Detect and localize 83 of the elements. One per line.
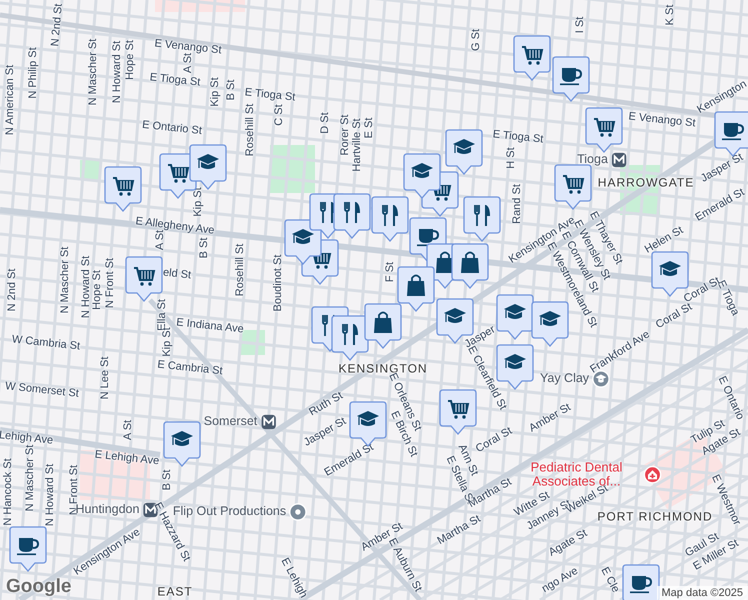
place-pin-icon [289,503,308,521]
street-label: B St [198,238,210,258]
street-label: E Indiana Ave [176,316,244,336]
street-label: E Venango St [628,110,696,130]
coffee-cup-marker[interactable] [9,526,47,573]
street-label: N American St [4,64,16,136]
street-label: Rosehill St [234,244,246,296]
street-label: W Somerset St [4,380,80,400]
street-label: B St [160,470,174,490]
street-label: K St [664,4,676,26]
street-label: E Cle [598,565,622,595]
metro-station-icon [260,414,276,430]
street-label: N Mascher St [58,246,72,314]
street-label: N Front St [104,258,116,308]
street-label: C St [272,104,286,126]
street-label: N Philip St [26,47,40,99]
station-label: Somerset [204,415,258,429]
street-label: Rorer St [338,114,352,156]
street-label: N 2nd St [49,3,65,47]
neighborhood-label: HARROWGATE [598,176,694,190]
street-label: N Howard St [44,464,56,526]
neighborhood-label: PORT RICHMOND [597,510,713,524]
street-label: Rosehill St [244,104,256,156]
fork-knife-marker[interactable] [333,193,371,240]
street-label: E Ontario St [142,118,202,138]
graduation-cap-marker[interactable] [403,153,441,200]
graduation-cap-marker[interactable] [496,294,534,341]
fork-knife-marker[interactable] [463,196,501,243]
street-label: A St [182,52,194,74]
street-label: E Lehigh Ave [94,448,160,468]
shopping-cart-marker[interactable] [104,166,142,213]
shopping-bag-marker[interactable] [451,243,489,290]
street-label: N Hancock St [2,458,14,526]
street-label: N Mascher St [24,444,36,512]
street-label: eld St [162,266,192,282]
shopping-bag-marker[interactable] [397,266,435,313]
street-label: Rand St [510,184,524,224]
street-label: Hartville St [350,118,364,172]
street-label: Hope St [90,270,104,310]
shopping-cart-marker[interactable] [554,164,592,211]
street-label: N 2nd St [6,268,18,312]
metro-station-icon [610,152,627,168]
shopping-cart-marker[interactable] [585,107,623,154]
street-label: B St [224,80,238,100]
google-logo: Google [6,576,72,598]
street-label: D St [318,112,332,134]
street-label: G St [470,29,482,51]
street-label: Helen St [642,224,686,256]
graduation-cap-marker[interactable] [445,129,483,176]
street-label: E Tioga St [492,128,544,146]
street-label: F St [384,262,396,282]
street-label: Coral St [474,424,514,456]
station-label: Huntingdon [76,503,140,517]
station-label: Tioga [577,153,608,167]
street-label: A St [122,420,134,440]
street-label: Coral St [654,300,694,332]
street-label: W Cambria St [11,333,81,353]
street-label: N Howard St [110,40,124,104]
graduation-cap-marker[interactable] [163,421,201,468]
place-label[interactable]: Yay Clay [540,372,590,386]
street-label: I St [574,16,586,34]
street-label: E Tioga St [244,86,296,104]
street-label: H St [504,147,518,169]
coffee-cup-marker[interactable] [552,56,590,103]
street-label: E Cambria St [156,358,224,378]
map-attribution: Map data ©2025 [656,586,748,600]
street-label: ngo Ave [540,564,580,596]
street-label: N Lee St [98,356,112,400]
fork-knife-marker[interactable] [371,196,409,243]
shopping-cart-marker[interactable] [513,35,551,82]
fork-knife-marker[interactable] [331,315,369,362]
street-label: Agate St [546,527,590,559]
street-label: E St [362,118,376,138]
street-label: Ruth St [307,390,345,418]
medical-pin-icon [644,466,662,484]
street-label: Hope St [124,40,136,80]
street-label: N Howard St [80,256,92,318]
shopping-bag-marker[interactable] [364,303,402,350]
street-label: Kip St [208,77,222,107]
neighborhood-label: EAST [157,585,193,599]
street-label: Boudinot St [272,254,284,312]
street-label: N Mascher St [86,38,100,106]
coffee-cup-marker[interactable] [622,564,660,600]
